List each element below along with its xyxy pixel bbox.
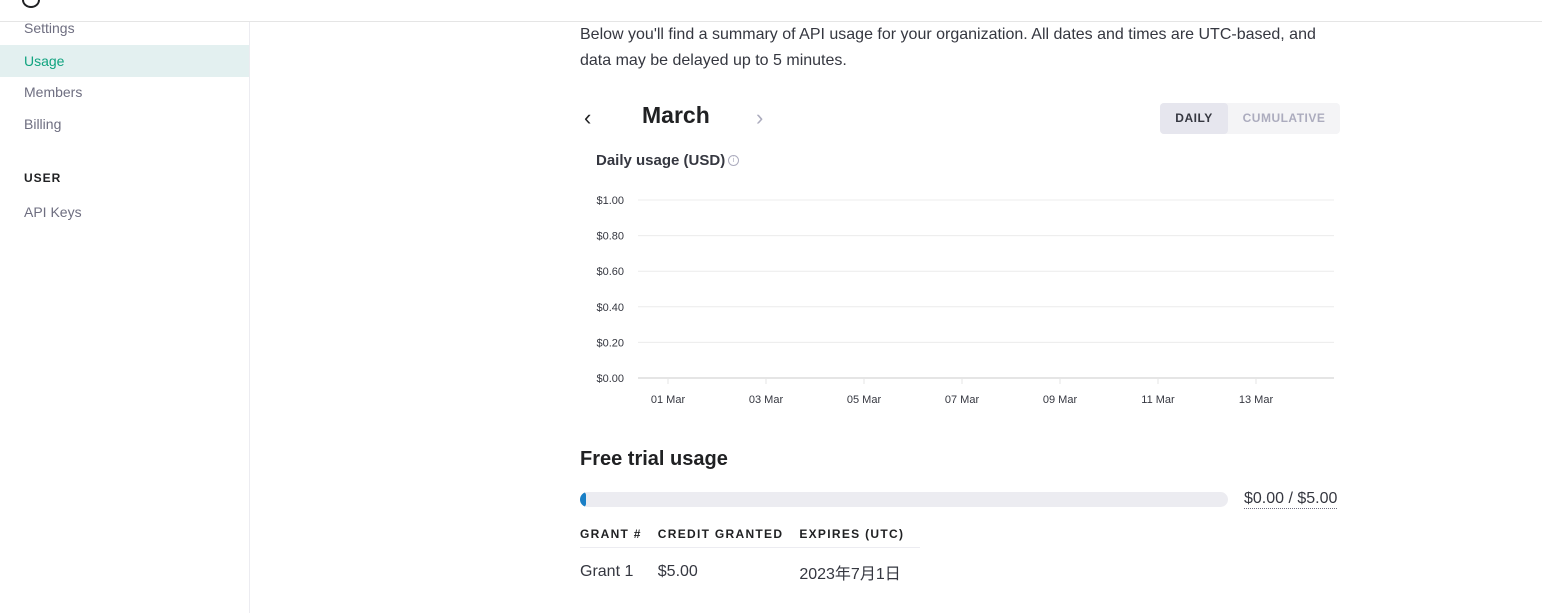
y-tick-label: $0.00	[596, 373, 624, 385]
month-navigator: ‹ March ›	[580, 100, 800, 136]
x-tick-label: 09 Mar	[1043, 394, 1078, 406]
chevron-right-icon[interactable]: ›	[756, 107, 763, 129]
free-trial-progress-bar	[580, 492, 1228, 507]
logo-icon[interactable]	[22, 0, 40, 8]
view-toggle: DAILY CUMULATIVE	[1160, 103, 1340, 134]
sidebar-item-api-keys[interactable]: API Keys	[0, 196, 249, 228]
sidebar: Settings Usage Members Billing USER API …	[0, 20, 250, 613]
grant-name: Grant 1	[580, 563, 634, 580]
progress-fill	[580, 492, 586, 507]
y-tick-label: $0.60	[596, 266, 624, 278]
daily-toggle-button[interactable]: DAILY	[1160, 103, 1228, 134]
y-tick-label: $0.20	[596, 337, 624, 349]
column-header-credit: CREDIT GRANTED	[657, 527, 800, 548]
column-header-grant: GRANT #	[580, 527, 658, 548]
chart-title: Daily usage (USD)	[596, 152, 726, 169]
y-tick-label: $0.80	[596, 231, 624, 243]
x-tick-label: 13 Mar	[1239, 394, 1274, 406]
sidebar-item-settings[interactable]: Settings	[0, 12, 249, 44]
column-header-expires: EXPIRES (UTC)	[799, 527, 921, 548]
month-label: March	[642, 102, 710, 128]
y-tick-label: $1.00	[596, 195, 624, 207]
daily-usage-chart: $0.00 $0.20 $0.40 $0.60 $0.80 $1.00 01 Mar 03 M…	[596, 195, 1334, 406]
cumulative-toggle-button[interactable]: CUMULATIVE	[1228, 103, 1340, 134]
table-row: Grant 1 $5.00 2023年7月1日	[580, 548, 920, 585]
grant-credit: $5.00	[657, 563, 698, 580]
x-tick-label: 05 Mar	[847, 394, 882, 406]
x-tick-label: 01 Mar	[651, 394, 686, 406]
grant-expires: 2023年7月1日	[799, 566, 901, 583]
sidebar-item-billing[interactable]: Billing	[0, 108, 249, 140]
chevron-left-icon[interactable]: ‹	[584, 107, 591, 129]
info-icon[interactable]: i	[728, 155, 739, 166]
free-trial-usage-text[interactable]: $0.00 / $5.00	[1244, 490, 1338, 509]
x-tick-label: 03 Mar	[749, 394, 784, 406]
intro-text: Below you'll find a summary of API usage…	[580, 26, 1316, 69]
free-trial-title: Free trial usage	[580, 448, 728, 470]
sidebar-item-usage[interactable]: Usage	[0, 45, 249, 77]
y-tick-label: $0.40	[596, 302, 624, 314]
table-header-row: GRANT # CREDIT GRANTED EXPIRES (UTC)	[580, 527, 921, 548]
sidebar-section-user: USER	[24, 171, 62, 185]
x-tick-label: 07 Mar	[945, 394, 980, 406]
x-tick-label: 11 Mar	[1141, 394, 1175, 406]
sidebar-item-members[interactable]: Members	[0, 76, 249, 108]
grants-table: GRANT # CREDIT GRANTED EXPIRES (UTC) Gra…	[580, 527, 921, 585]
